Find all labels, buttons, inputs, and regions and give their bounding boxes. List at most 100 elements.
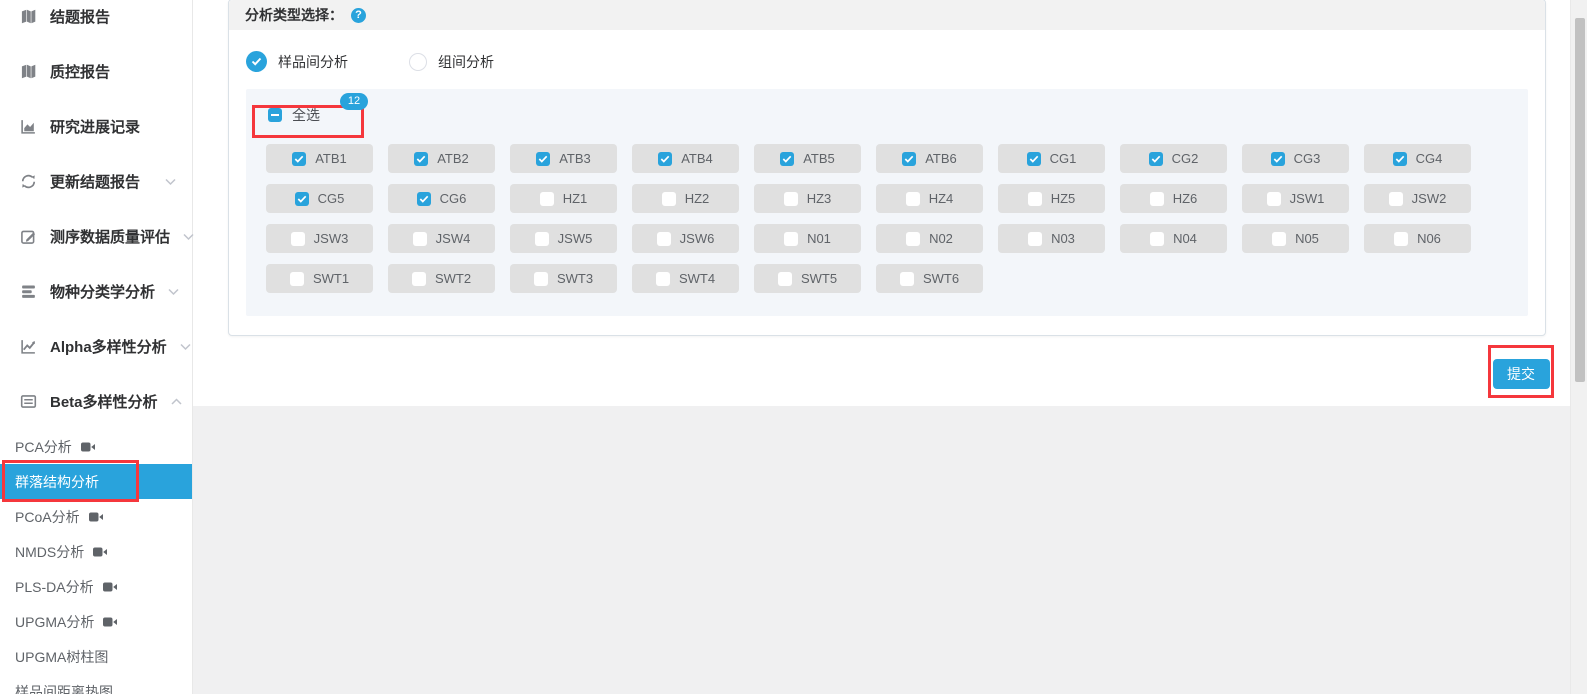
radio-sample-analysis[interactable] xyxy=(246,51,267,72)
radio-group-analysis[interactable] xyxy=(409,53,427,71)
sidebar-item-seq-quality[interactable]: 测序数据质量评估 xyxy=(0,209,192,264)
sample-checkbox-item[interactable]: HZ6 xyxy=(1120,184,1227,213)
sample-checkbox-item[interactable]: JSW6 xyxy=(632,224,739,253)
sample-checkbox-item[interactable]: ATB3 xyxy=(510,144,617,173)
sample-checkbox-item[interactable]: HZ2 xyxy=(632,184,739,213)
sample-checkbox-item[interactable]: N01 xyxy=(754,224,861,253)
sample-checkbox-item[interactable]: SWT2 xyxy=(388,264,495,293)
video-icon[interactable] xyxy=(81,441,96,453)
sample-checkbox-item[interactable]: N05 xyxy=(1242,224,1349,253)
sample-checkbox-item[interactable]: ATB2 xyxy=(388,144,495,173)
sidebar-item-label: 结题报告 xyxy=(50,6,110,27)
sidebar-subitem-upgma[interactable]: UPGMA分析 xyxy=(0,604,192,639)
video-icon[interactable] xyxy=(93,546,108,558)
sample-checkbox xyxy=(1028,232,1042,246)
sample-checkbox-item[interactable]: ATB1 xyxy=(266,144,373,173)
sample-checkbox-item[interactable]: CG3 xyxy=(1242,144,1349,173)
sample-checkbox xyxy=(662,192,676,206)
card-header: 分析类型选择： ? xyxy=(229,0,1545,30)
sample-checkbox-item[interactable]: SWT1 xyxy=(266,264,373,293)
sample-checkbox-item[interactable]: ATB4 xyxy=(632,144,739,173)
sidebar-item-update-report[interactable]: 更新结题报告 xyxy=(0,154,192,209)
sample-checkbox-item[interactable]: N03 xyxy=(998,224,1105,253)
sample-checkbox-item[interactable]: JSW4 xyxy=(388,224,495,253)
sample-checkbox-item[interactable]: SWT5 xyxy=(754,264,861,293)
radio-label[interactable]: 组间分析 xyxy=(438,52,494,72)
sample-checkbox xyxy=(1149,152,1163,166)
sample-checkbox xyxy=(534,272,548,286)
sample-label: ATB5 xyxy=(803,151,835,166)
sample-checkbox-item[interactable]: JSW5 xyxy=(510,224,617,253)
sidebar-item-label: 质控报告 xyxy=(50,61,110,82)
sample-checkbox xyxy=(535,232,549,246)
scrollbar-thumb[interactable] xyxy=(1575,18,1585,382)
sample-checkbox xyxy=(295,192,309,206)
sidebar-subitem-community-structure[interactable]: 群落结构分析 xyxy=(0,464,192,499)
sample-checkbox-item[interactable]: SWT3 xyxy=(510,264,617,293)
sidebar: 结题报告 质控报告 研究进展记录 更新结题报告 测序数据质量评估 物种分类学分析… xyxy=(0,0,193,694)
sample-checkbox-item[interactable]: JSW3 xyxy=(266,224,373,253)
list-icon xyxy=(20,393,37,410)
sidebar-item-alpha-diversity[interactable]: Alpha多样性分析 xyxy=(0,319,192,374)
sample-label: N04 xyxy=(1173,231,1197,246)
check-icon xyxy=(1151,155,1161,163)
sample-checkbox-item[interactable]: HZ4 xyxy=(876,184,983,213)
sample-checkbox-item[interactable]: CG5 xyxy=(266,184,373,213)
sample-label: ATB3 xyxy=(559,151,591,166)
sample-label: N01 xyxy=(807,231,831,246)
sample-checkbox-item[interactable]: HZ5 xyxy=(998,184,1105,213)
question-circle-icon[interactable]: ? xyxy=(351,8,366,23)
sample-checkbox xyxy=(657,232,671,246)
sample-checkbox xyxy=(656,272,670,286)
sample-checkbox xyxy=(1389,192,1403,206)
sidebar-subitem-plsda[interactable]: PLS-DA分析 xyxy=(0,569,192,604)
sidebar-subitem-pcoa[interactable]: PCoA分析 xyxy=(0,499,192,534)
sidebar-subitem-label: 群落结构分析 xyxy=(15,472,99,492)
sidebar-subitem-nmds[interactable]: NMDS分析 xyxy=(0,534,192,569)
sample-checkbox-item[interactable]: HZ1 xyxy=(510,184,617,213)
radio-label[interactable]: 样品间分析 xyxy=(278,52,348,72)
select-all-row[interactable]: 全选 12 xyxy=(268,103,320,127)
sample-checkbox-item[interactable]: SWT6 xyxy=(876,264,983,293)
sample-checkbox-item[interactable]: CG2 xyxy=(1120,144,1227,173)
sample-checkbox-item[interactable]: SWT4 xyxy=(632,264,739,293)
analysis-type-radio-group: 样品间分析 组间分析 xyxy=(246,51,1545,72)
sample-checkbox-item[interactable]: JSW1 xyxy=(1242,184,1349,213)
sidebar-subitem-upgma-tree[interactable]: UPGMA树柱图 xyxy=(0,639,192,674)
sidebar-item-label: 更新结题报告 xyxy=(50,171,140,192)
sidebar-subitem-pca[interactable]: PCA分析 xyxy=(0,429,192,464)
sample-checkbox xyxy=(1394,232,1408,246)
sample-checkbox-item[interactable]: CG1 xyxy=(998,144,1105,173)
sidebar-item-taxonomy[interactable]: 物种分类学分析 xyxy=(0,264,192,319)
sample-checkbox-item[interactable]: JSW2 xyxy=(1364,184,1471,213)
sample-checkbox-item[interactable]: N04 xyxy=(1120,224,1227,253)
sample-checkbox-item[interactable]: HZ3 xyxy=(754,184,861,213)
sample-checkbox-item[interactable]: ATB6 xyxy=(876,144,983,173)
sample-label: JSW2 xyxy=(1412,191,1447,206)
sample-checkbox-item[interactable]: N02 xyxy=(876,224,983,253)
sidebar-item-beta-diversity[interactable]: Beta多样性分析 xyxy=(0,374,192,429)
sample-checkbox-item[interactable]: CG6 xyxy=(388,184,495,213)
video-icon[interactable] xyxy=(103,616,118,628)
sample-checkbox-item[interactable]: N06 xyxy=(1364,224,1471,253)
sample-checkbox xyxy=(784,192,798,206)
check-icon xyxy=(904,155,914,163)
video-icon[interactable] xyxy=(89,511,104,523)
sidebar-item-research-progress[interactable]: 研究进展记录 xyxy=(0,99,192,154)
select-all-checkbox[interactable] xyxy=(268,108,282,122)
sample-label: SWT2 xyxy=(435,271,471,286)
select-all-label: 全选 xyxy=(292,105,320,125)
submit-button[interactable]: 提交 xyxy=(1493,359,1550,389)
sample-label: ATB2 xyxy=(437,151,469,166)
report-icon xyxy=(20,63,37,80)
sidebar-item-final-report[interactable]: 结题报告 xyxy=(0,0,192,44)
sample-checkbox-item[interactable]: CG4 xyxy=(1364,144,1471,173)
sample-checkbox-item[interactable]: ATB5 xyxy=(754,144,861,173)
sample-checkbox xyxy=(290,272,304,286)
sidebar-subitem-label: 样品间距离热图 xyxy=(15,682,113,694)
video-icon[interactable] xyxy=(103,581,118,593)
sidebar-item-qc-report[interactable]: 质控报告 xyxy=(0,44,192,99)
sample-label: JSW1 xyxy=(1290,191,1325,206)
sidebar-subitem-distance-heatmap[interactable]: 样品间距离热图 xyxy=(0,674,192,694)
sidebar-subitem-label: PCA分析 xyxy=(15,437,72,457)
